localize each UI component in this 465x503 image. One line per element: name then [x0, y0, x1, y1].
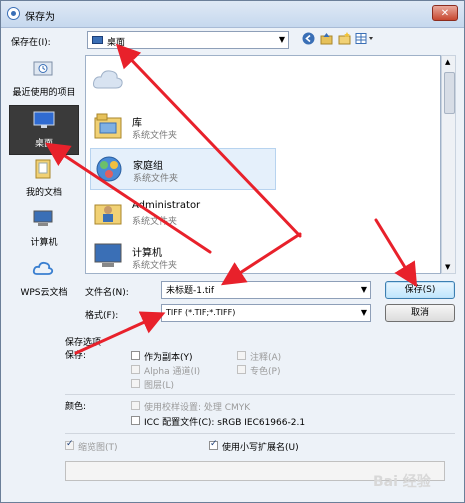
place-documents[interactable]: 我的文档 [9, 155, 79, 205]
thumbnail-label: 缩览图(T) [78, 443, 118, 453]
place-desktop[interactable]: 桌面 [9, 105, 79, 155]
watermark: Bai 经验 [373, 474, 431, 490]
list-item[interactable] [90, 60, 276, 102]
item-name: 库 [132, 118, 142, 129]
proof-label: 使用校样设置: 处理 CMYK [144, 403, 251, 413]
up-folder-icon[interactable] [319, 32, 334, 47]
view-menu-icon[interactable] [355, 32, 375, 47]
save-button[interactable]: 保存(S) [385, 281, 455, 299]
as-copy-label: 作为副本(Y) [144, 353, 193, 363]
alpha-label: Alpha 通道(I) [144, 367, 201, 377]
chevron-down-icon: ▼ [278, 35, 285, 44]
chevron-down-icon: ▼ [360, 308, 367, 317]
desktop-icon [33, 110, 55, 130]
layers-checkbox[interactable] [131, 379, 140, 388]
color-label: 颜色: [65, 402, 87, 412]
proof-checkbox[interactable] [131, 401, 140, 410]
spot-label: 专色(P) [250, 367, 281, 377]
cloud-icon [32, 259, 54, 279]
list-item[interactable]: 家庭组 系统文件夹 [90, 148, 276, 190]
list-item[interactable]: 计算机 系统文件夹 [90, 236, 276, 273]
recent-icon [32, 59, 54, 79]
back-icon[interactable] [301, 32, 316, 47]
icc-checkbox[interactable] [131, 416, 140, 425]
notes-label: 注释(A) [250, 353, 282, 363]
format-select[interactable]: TIFF (*.TIF;*.TIFF) ▼ [161, 304, 371, 322]
documents-icon [32, 159, 54, 179]
list-item[interactable]: 库 系统文件夹 [90, 106, 276, 148]
save-label: 保存: [65, 351, 87, 361]
scroll-thumb[interactable] [444, 72, 455, 114]
save-options-heading: 保存选项 [65, 338, 102, 348]
place-label: 最近使用的项目 [12, 88, 76, 98]
item-type: 系统文件夹 [133, 174, 179, 184]
place-computer[interactable]: 计算机 [9, 205, 79, 255]
item-type: 系统文件夹 [132, 261, 178, 271]
divider [65, 433, 455, 434]
list-item[interactable]: Administrator 系统文件夹 [90, 192, 276, 234]
lowercase-ext-label: 使用小写扩展名(U) [222, 443, 299, 453]
place-label: 计算机 [30, 238, 58, 248]
chevron-down-icon[interactable]: ▼ [361, 285, 367, 294]
scroll-down-icon[interactable]: ▼ [445, 263, 450, 271]
cloud-drive-icon [92, 64, 124, 96]
filename-input[interactable] [166, 284, 356, 294]
desktop-icon [92, 36, 103, 44]
item-type: 系统文件夹 [132, 217, 178, 227]
library-icon [92, 110, 124, 142]
place-label: 桌面 [34, 139, 53, 149]
filename-field[interactable]: ▼ [161, 281, 371, 299]
format-label: 格式(F): [85, 311, 119, 321]
divider [65, 394, 455, 395]
save-as-dialog: 保存为 ✕ 保存在(I): 桌面 ▼ 最近使用的项目 桌面 我的文档 计算机 W… [0, 0, 465, 503]
item-name: 家庭组 [133, 161, 163, 172]
window-title: 保存为 [25, 12, 55, 23]
cancel-button[interactable]: 取消 [385, 304, 455, 322]
close-button[interactable]: ✕ [432, 5, 458, 21]
alpha-checkbox[interactable] [131, 365, 140, 374]
vertical-scrollbar[interactable]: ▲ ▼ [441, 55, 456, 274]
place-wps-cloud[interactable]: WPS云文档 [9, 255, 79, 305]
computer-icon [92, 240, 124, 272]
new-folder-icon[interactable] [337, 32, 352, 47]
layers-label: 图层(L) [144, 381, 175, 391]
as-copy-checkbox[interactable] [131, 351, 140, 360]
filename-label: 文件名(N): [85, 288, 129, 298]
scroll-up-icon[interactable]: ▲ [445, 58, 450, 66]
app-icon [7, 7, 20, 20]
place-recent[interactable]: 最近使用的项目 [9, 55, 79, 105]
homegroup-icon [93, 153, 125, 185]
save-in-value: 桌面 [107, 38, 126, 48]
item-name: 计算机 [132, 248, 162, 259]
place-label: 我的文档 [25, 188, 62, 198]
icc-label: ICC 配置文件(C): sRGB IEC61966-2.1 [144, 418, 306, 428]
item-type: 系统文件夹 [132, 131, 178, 141]
lowercase-ext-checkbox[interactable] [209, 439, 218, 450]
notes-checkbox[interactable] [237, 351, 246, 360]
thumbnail-checkbox[interactable] [65, 439, 74, 450]
user-folder-icon [92, 196, 124, 228]
place-label: WPS云文档 [20, 288, 68, 298]
save-in-label: 保存在(I): [11, 38, 51, 48]
format-value: TIFF (*.TIF;*.TIFF) [166, 308, 236, 317]
spot-checkbox[interactable] [237, 365, 246, 374]
item-name: Administrator [132, 200, 201, 211]
save-in-dropdown[interactable]: 桌面 ▼ [87, 31, 289, 49]
places-bar: 最近使用的项目 桌面 我的文档 计算机 WPS云文档 [9, 55, 79, 298]
file-list[interactable]: 库 系统文件夹 家庭组 系统文件夹 Administrator 系统文件夹 计算… [85, 55, 441, 274]
computer-icon [32, 209, 54, 229]
title-bar: 保存为 ✕ [1, 1, 464, 28]
